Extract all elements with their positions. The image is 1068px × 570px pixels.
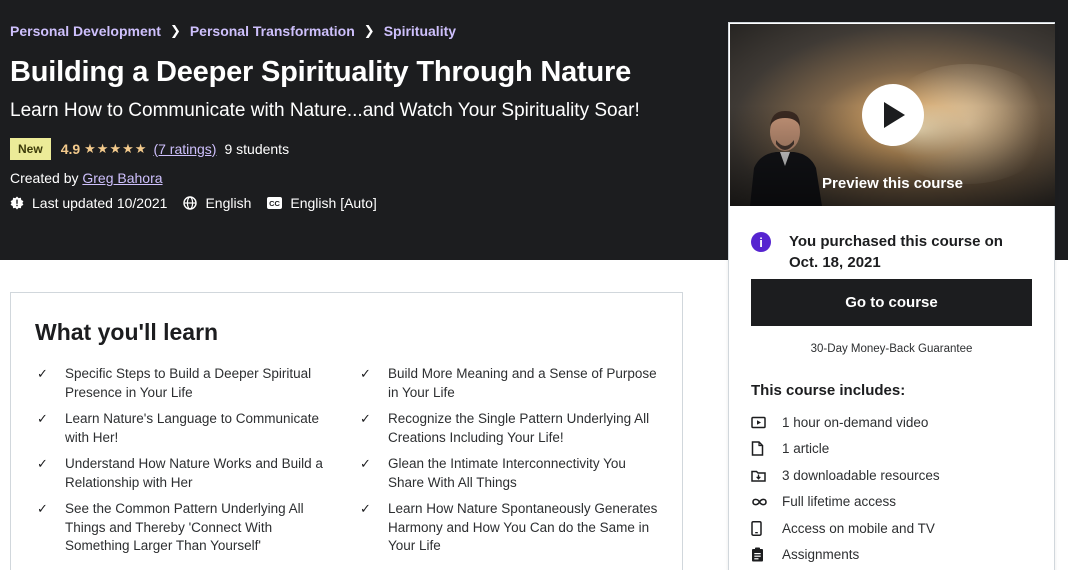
include-item: Full lifetime access bbox=[751, 489, 940, 516]
learn-item-text: Specific Steps to Build a Deeper Spiritu… bbox=[65, 366, 312, 400]
alert-badge-icon bbox=[10, 196, 24, 210]
created-by-label: Created by bbox=[10, 170, 79, 186]
check-icon: ✓ bbox=[37, 411, 48, 426]
go-to-course-button[interactable]: Go to course bbox=[751, 279, 1032, 326]
breadcrumb-personal-transformation[interactable]: Personal Transformation bbox=[190, 23, 355, 39]
include-label: 3 downloadable resources bbox=[782, 467, 940, 483]
closed-captions-icon: CC bbox=[267, 197, 283, 209]
rating-row: New 4.9 ★★★★★ (7 ratings) 9 students bbox=[10, 138, 289, 160]
learn-item: ✓ Understand How Nature Works and Build a… bbox=[35, 455, 335, 492]
includes-list: 1 hour on-demand video 1 article 3 downl… bbox=[751, 409, 940, 568]
assignment-icon bbox=[752, 547, 763, 562]
new-badge: New bbox=[10, 138, 51, 160]
course-subtitle: Learn How to Communicate with Nature...a… bbox=[10, 100, 640, 121]
include-item: Access on mobile and TV bbox=[751, 515, 940, 542]
mobile-icon bbox=[751, 520, 762, 536]
learn-item-text: Glean the Intimate Interconnectivity You… bbox=[388, 456, 626, 490]
learn-item: ✓ Glean the Intimate Interconnectivity Yo… bbox=[358, 455, 658, 492]
learn-item: ✓ Build More Meaning and a Sense of Purpo… bbox=[358, 365, 658, 402]
play-icon[interactable] bbox=[862, 84, 924, 146]
learn-item: ✓ Learn Nature's Language to Communicate … bbox=[35, 410, 335, 447]
language-text: English bbox=[205, 195, 252, 211]
learn-item: ✓ Specific Steps to Build a Deeper Spirit… bbox=[35, 365, 335, 402]
include-label: 1 article bbox=[782, 441, 830, 457]
check-icon: ✓ bbox=[360, 411, 371, 426]
learn-item-text: Understand How Nature Works and Build a … bbox=[65, 456, 323, 490]
learn-item: ✓ See the Common Pattern Underlying All T… bbox=[35, 500, 335, 556]
learn-item-text: Learn How Nature Spontaneously Generates… bbox=[388, 501, 658, 553]
check-icon: ✓ bbox=[37, 366, 48, 381]
captions: CC English [Auto] bbox=[267, 195, 377, 211]
check-icon: ✓ bbox=[360, 501, 371, 516]
check-icon: ✓ bbox=[360, 366, 371, 381]
captions-text: English [Auto] bbox=[290, 195, 377, 211]
breadcrumb-personal-development[interactable]: Personal Development bbox=[10, 23, 161, 39]
last-updated: Last updated 10/2021 bbox=[10, 195, 167, 211]
money-back-guarantee: 30-Day Money-Back Guarantee bbox=[810, 343, 973, 355]
include-item: Assignments bbox=[751, 542, 940, 569]
breadcrumb: Personal Development ❯ Personal Transfor… bbox=[10, 23, 456, 39]
course-sidebar-card: Preview this course i You purchased this… bbox=[728, 22, 1055, 570]
star-rating-icon: ★★★★★ bbox=[84, 141, 148, 156]
include-item: 1 hour on-demand video bbox=[751, 409, 940, 436]
include-item: 3 downloadable resources bbox=[751, 462, 940, 489]
learn-item-text: Build More Meaning and a Sense of Purpos… bbox=[388, 366, 657, 400]
learn-list-right: ✓ Build More Meaning and a Sense of Purpo… bbox=[358, 365, 658, 564]
info-icon: i bbox=[751, 232, 771, 252]
purchase-date-text: You purchased this course on Oct. 18, 20… bbox=[789, 233, 1003, 271]
students-count: 9 students bbox=[224, 141, 290, 157]
created-by: Created by Greg Bahora bbox=[10, 170, 163, 186]
infinity-icon bbox=[752, 498, 767, 506]
check-icon: ✓ bbox=[360, 456, 371, 471]
instructor-link[interactable]: Greg Bahora bbox=[82, 170, 162, 186]
learn-item: ✓ Learn How Nature Spontaneously Generate… bbox=[358, 500, 658, 556]
include-label: Full lifetime access bbox=[782, 494, 897, 510]
include-label: Assignments bbox=[782, 547, 860, 563]
include-label: Access on mobile and TV bbox=[782, 520, 935, 536]
breadcrumb-spirituality[interactable]: Spirituality bbox=[384, 23, 456, 39]
course-preview-video[interactable]: Preview this course bbox=[730, 24, 1055, 206]
check-icon: ✓ bbox=[37, 456, 48, 471]
language: English bbox=[183, 195, 251, 211]
learn-list-left: ✓ Specific Steps to Build a Deeper Spirit… bbox=[35, 365, 335, 564]
learn-item-text: See the Common Pattern Underlying All Th… bbox=[65, 501, 304, 553]
download-icon bbox=[751, 470, 766, 482]
rating-value: 4.9 bbox=[60, 141, 81, 157]
include-item: 1 article bbox=[751, 436, 940, 463]
what-youll-learn: What you'll learn ✓ Specific Steps to Bui… bbox=[10, 292, 683, 570]
ratings-count-link[interactable]: (7 ratings) bbox=[153, 141, 216, 157]
last-updated-text: Last updated 10/2021 bbox=[32, 195, 168, 211]
preview-course-label: Preview this course bbox=[822, 175, 963, 192]
video-icon bbox=[751, 416, 766, 428]
course-meta: Last updated 10/2021 English CC English … bbox=[10, 195, 393, 211]
svg-text:CC: CC bbox=[269, 199, 280, 208]
chevron-right-icon: ❯ bbox=[169, 23, 181, 38]
course-title: Building a Deeper Spirituality Through N… bbox=[10, 56, 631, 88]
globe-icon bbox=[183, 196, 198, 210]
learn-item-text: Recognize the Single Pattern Underlying … bbox=[388, 411, 650, 445]
check-icon: ✓ bbox=[37, 501, 48, 516]
purchase-notice: i You purchased this course on Oct. 18, … bbox=[751, 231, 1019, 273]
chevron-right-icon: ❯ bbox=[363, 23, 375, 38]
learn-item-text: Learn Nature's Language to Communicate w… bbox=[65, 411, 319, 445]
learn-title: What you'll learn bbox=[35, 319, 219, 345]
includes-title: This course includes: bbox=[751, 382, 906, 399]
play-triangle-icon bbox=[884, 102, 905, 128]
article-icon bbox=[751, 441, 764, 456]
learn-item: ✓ Recognize the Single Pattern Underlying… bbox=[358, 410, 658, 447]
include-label: 1 hour on-demand video bbox=[782, 414, 929, 430]
